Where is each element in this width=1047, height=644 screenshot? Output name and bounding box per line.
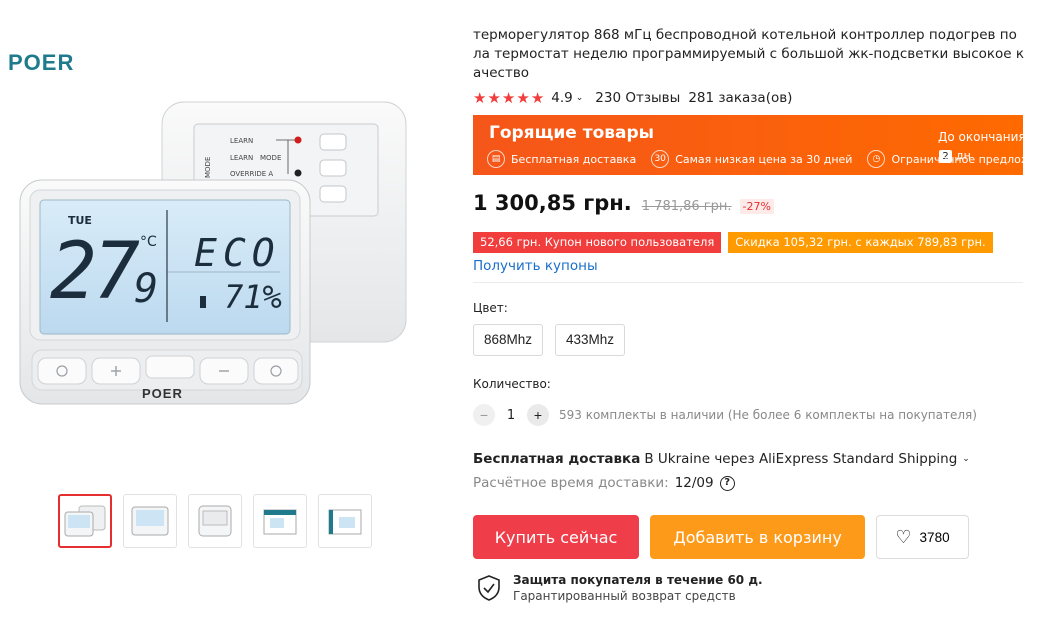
lcd-day: TUE [68, 214, 92, 227]
hot-deals-banner: Горящие товары До окончания 2 дн ▤ Беспла… [473, 115, 1023, 175]
buyer-protection: Защита покупателя в течение 60 д. Гарант… [473, 573, 1028, 603]
thermostat-illustration: MODE LEARN LEARN MODE OVERRIDE A TUE 27 … [19, 101, 407, 405]
quantity-decrease-button[interactable]: − [473, 404, 495, 426]
thumbnail-strip [58, 494, 372, 548]
star-icon: ★ [501, 88, 516, 107]
panel-label-override: OVERRIDE A [230, 170, 273, 178]
heart-icon: ♡ [895, 526, 912, 547]
lcd-humidity: 71% [224, 278, 282, 316]
discount-coupon[interactable]: Скидка 105,32 грн. с каждых 789,83 грн. [728, 232, 993, 253]
delivery-label: Расчётное время доставки: [473, 475, 669, 491]
thumbnail-2-image [131, 506, 169, 536]
rating-row: ★ ★ ★ ★ ★ 4.9 ⌄ 230 Отзывы 281 заказа(ов… [473, 89, 1028, 107]
reviews-link[interactable]: 230 Отзывы [595, 90, 680, 106]
thumbnail-5-image [328, 509, 362, 535]
thumbnail-3[interactable] [188, 494, 242, 548]
delivery-row: Расчётное время доставки: 12/09 ? [473, 475, 1028, 491]
discount-badge: -27% [739, 199, 774, 214]
add-to-cart-button[interactable]: Добавить в корзину [650, 515, 865, 559]
action-buttons: Купить сейчас Добавить в корзину ♡ 3780 [473, 515, 1028, 559]
brand-logo[interactable]: POER [8, 50, 74, 76]
product-page: POER MODE LEARN LEARN MODE OVERRIDE A TU… [0, 0, 1047, 644]
thumbnail-3-image [198, 505, 232, 537]
quantity-increase-button[interactable]: + [527, 404, 549, 426]
lcd-battery-icon [200, 296, 206, 308]
star-icon: ★ [530, 88, 545, 107]
lcd-temp-unit: °C [140, 234, 157, 250]
color-label: Цвет: [473, 301, 508, 315]
panel-label-mode: MODE [260, 154, 281, 162]
feature-label: Бесплатная доставка [511, 152, 637, 166]
feature-label: Ограниченное предложение [891, 152, 1023, 166]
old-price: 1 781,86 грн. [641, 199, 732, 214]
shipping-route: В Ukraine через AliExpress Standard Ship… [644, 451, 958, 467]
delivery-date: 12/09 [674, 475, 714, 491]
thumbnail-2[interactable] [123, 494, 177, 548]
hot-deals-title: Горящие товары [489, 123, 655, 143]
protection-subtitle: Гарантированный возврат средств [513, 589, 736, 603]
product-title: терморегулятор 868 мГц беспроводной коте… [473, 27, 1025, 81]
thumbnail-1-image [64, 505, 106, 537]
star-icon: ★ [473, 88, 487, 107]
protection-title: Защита покупателя в течение 60 д. [513, 573, 763, 587]
hot-features: ▤ Бесплатная доставка 30 Самая низкая це… [487, 150, 1023, 168]
quantity-label: Количество: [473, 377, 551, 391]
wishlist-button[interactable]: ♡ 3780 [876, 515, 969, 559]
wishlist-count: 3780 [919, 529, 950, 545]
lcd-temp-decimal: 9 [134, 266, 158, 312]
chevron-down-icon[interactable]: ⌄ [962, 454, 970, 464]
thumbnail-4-image [263, 509, 297, 535]
star-icon: ★ [487, 88, 501, 107]
chevron-down-icon[interactable]: ⌄ [576, 93, 584, 103]
feature-label: Самая низкая цена за 30 дней [675, 152, 853, 166]
buy-now-button[interactable]: Купить сейчас [473, 515, 639, 559]
color-option-868mhz[interactable]: 868Mhz [473, 324, 544, 356]
truck-icon: ▤ [487, 150, 505, 168]
lcd-temperature: 27 [50, 227, 140, 317]
feature-lowest-price: 30 Самая низкая цена за 30 дней [651, 150, 852, 168]
thirty-days-icon: 30 [651, 150, 670, 168]
thumbnail-5[interactable] [318, 494, 372, 548]
product-info: терморегулятор 868 мГц беспроводной коте… [473, 26, 1028, 603]
shipping-row[interactable]: Бесплатная доставка В Ukraine через AliE… [473, 451, 1028, 467]
free-shipping-label: Бесплатная доставка [473, 451, 641, 467]
panel-label-learn-2: LEARN [230, 154, 253, 162]
device-logo: POER [142, 386, 183, 401]
rating-value[interactable]: 4.9 [551, 90, 572, 106]
countdown-label: До окончания [938, 130, 1023, 144]
get-coupons-link[interactable]: Получить купоны [473, 258, 1028, 274]
color-options: 868Mhz 433Mhz [473, 324, 1028, 356]
panel-label-learn-1: LEARN [230, 137, 253, 145]
clock-icon: ◷ [867, 150, 886, 168]
current-price: 1 300,85 грн. [473, 191, 632, 215]
thumbnail-4[interactable] [253, 494, 307, 548]
feature-free-shipping: ▤ Бесплатная доставка [487, 150, 636, 168]
orders-count: 281 заказа(ов) [688, 90, 793, 106]
quantity-value[interactable]: 1 [495, 408, 527, 423]
panel-side-label: MODE [204, 157, 212, 178]
thumbnail-1[interactable] [58, 494, 112, 548]
coupon-row: 52,66 грн. Купон нового пользователя Ски… [473, 232, 1028, 253]
feature-limited-offer: ◷ Ограниченное предложение [867, 150, 1023, 168]
shield-icon [478, 575, 500, 601]
quantity-stepper: − 1 + 593 комплекты в наличии (Не более … [473, 404, 1028, 426]
help-icon[interactable]: ? [719, 475, 735, 491]
star-icon: ★ [516, 88, 530, 107]
product-main-image[interactable]: MODE LEARN LEARN MODE OVERRIDE A TUE 27 … [14, 94, 414, 414]
color-option-433mhz[interactable]: 433Mhz [555, 324, 626, 356]
lcd-mode: ECO [194, 231, 281, 275]
rating-stars: ★ ★ ★ ★ ★ [473, 88, 545, 107]
stock-info: 593 комплекты в наличии (Не более 6 комп… [559, 408, 977, 422]
price-row: 1 300,85 грн. 1 781,86 грн. -27% [473, 191, 1028, 217]
divider [473, 282, 1023, 283]
new-user-coupon[interactable]: 52,66 грн. Купон нового пользователя [473, 232, 722, 253]
